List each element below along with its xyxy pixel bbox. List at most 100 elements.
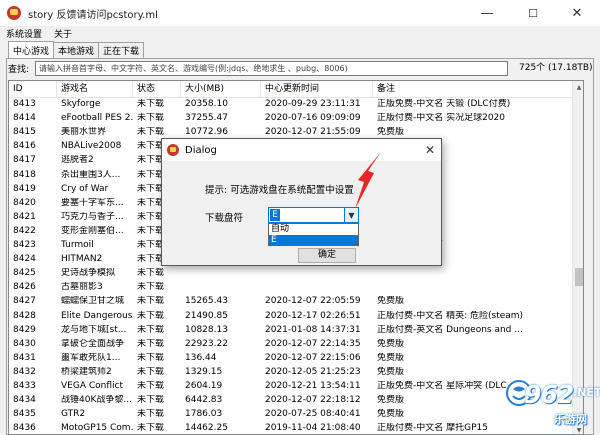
table-row[interactable]: 8415 美丽水世界 未下载 10772.96 2020-12-07 21:55:09 免… — [9, 127, 572, 138]
table-row[interactable]: 8425 史诗战争模拟 未下载 — [9, 268, 572, 279]
table-cell: 未下载 — [137, 99, 165, 109]
ok-button[interactable]: 确定 — [298, 248, 356, 263]
table-cell: 8415 — [13, 127, 36, 138]
col-name-header[interactable]: 游戏名 — [57, 81, 133, 98]
table-cell: 正版付费-中文名 精英: 危险(steam) — [377, 310, 524, 321]
col-size-header[interactable]: 大小(MB) — [181, 81, 261, 98]
menu-bar: 系统设置 关于 — [0, 26, 600, 41]
table-cell: 2019-11-04 21:08:40 — [265, 423, 361, 434]
close-button[interactable]: ✕ — [554, 0, 600, 26]
table-cell — [261, 268, 373, 279]
col-id-header[interactable]: ID — [9, 81, 57, 98]
table-cell: 14462.25 — [185, 423, 228, 434]
table-cell: 2020-12-21 13:54:11 — [265, 381, 361, 391]
menu-system-settings[interactable]: 系统设置 — [0, 27, 48, 40]
table-cell: NBALive2008 — [61, 141, 122, 152]
table-cell: 拿破仑全面战争 — [61, 338, 125, 349]
table-cell: 未下载 — [137, 352, 165, 363]
table-cell: 8427 — [13, 296, 36, 307]
table-cell: GTR2 — [61, 409, 86, 420]
table-cell: 桥梁建筑师2 — [61, 366, 112, 377]
tab-center-games[interactable]: 中心游戏 — [8, 41, 55, 58]
drive-select[interactable]: E ▼ — [268, 207, 359, 223]
dialog-title-bar[interactable]: Dialog ✕ — [162, 139, 441, 161]
table-cell: 2604.19 — [185, 381, 223, 391]
table-cell: 15265.43 — [185, 296, 228, 307]
drive-label: 下载盘符 — [205, 213, 244, 224]
table-cell: 2020-12-07 22:15:06 — [265, 352, 361, 363]
table-cell: 免费版 — [377, 127, 405, 138]
table-cell: 37255.47 — [185, 113, 228, 124]
table-row[interactable]: 8435 GTR2 未下载 1786.03 2020-07-25 08:40:41 免费版 — [9, 409, 572, 420]
table-cell: 2020-12-07 22:18:12 — [265, 395, 361, 406]
table-row[interactable]: 8431 噩军敢死队1... 未下载 136.44 2020-12-07 22:15:0… — [9, 353, 572, 364]
title-bar[interactable]: story 反馈请访问pcstory.ml — ☐ ✕ — [0, 0, 600, 26]
drive-option-e[interactable]: E — [269, 235, 358, 246]
table-cell: 正版付费-中文名 实况足球2020 — [377, 113, 506, 124]
scroll-up-icon[interactable]: ▲ — [573, 81, 583, 93]
watermark-cn: 乐游网 — [554, 413, 587, 426]
table-cell — [261, 282, 373, 293]
table-cell: 巧克力与香子... — [61, 211, 124, 222]
table-cell — [181, 268, 261, 279]
minimize-button[interactable]: — — [464, 0, 510, 26]
table-cell: VEGA Conflict — [61, 381, 123, 391]
table-cell: Turmoil — [61, 240, 94, 250]
table-cell: 22923.22 — [185, 338, 228, 349]
search-input[interactable] — [35, 60, 508, 76]
table-cell: Cry of War — [61, 183, 109, 194]
maximize-button[interactable]: ☐ — [510, 0, 556, 26]
dialog-close-button[interactable]: ✕ — [419, 139, 441, 161]
table-cell: 8422 — [13, 225, 36, 236]
scroll-thumb[interactable] — [575, 268, 583, 286]
table-cell: 未下载 — [137, 381, 165, 391]
table-cell: Skyforge — [61, 99, 101, 109]
table-cell: 未下载 — [137, 338, 165, 349]
table-row[interactable]: 8433 VEGA Conflict 未下载 2604.19 2020-12-21 13… — [9, 381, 572, 392]
table-cell: 20358.10 — [185, 99, 228, 109]
table-header: ID 游戏名 状态 大小(MB) 中心更新时间 备注 — [9, 81, 572, 98]
table-cell: 未下载 — [137, 310, 165, 321]
window-title: story 反馈请访问pcstory.ml — [28, 9, 158, 21]
table-cell: 未下载 — [137, 282, 165, 293]
table-cell: 未下载 — [137, 324, 165, 335]
table-cell: 8421 — [13, 211, 36, 222]
table-row[interactable]: 8434 战锤40K战争黎... 未下载 6442.83 2020-12-07 22:1… — [9, 395, 572, 406]
table-cell: 8425 — [13, 268, 36, 279]
table-cell: 8416 — [13, 141, 36, 152]
table-row[interactable]: 8413 Skyforge 未下载 20358.10 2020-09-29 23:11:… — [9, 99, 572, 110]
col-status-header[interactable]: 状态 — [133, 81, 181, 98]
table-row[interactable]: 8432 桥梁建筑师2 未下载 1329.15 2020-12-05 21:25:23 免… — [9, 367, 572, 378]
table-cell: 8431 — [13, 352, 36, 363]
chevron-down-icon[interactable]: ▼ — [344, 208, 358, 222]
table-cell: 要塞十字军东... — [61, 197, 124, 208]
search-row: 查找: 725个 (17.18TB) — [8, 60, 594, 76]
table-row[interactable]: 8428 Elite Dangerous 未下载 21490.85 2020-12-17… — [9, 311, 572, 322]
table-cell: 变形金刚塞伯... — [61, 225, 124, 236]
table-cell: 正版付费-英文名 Dungeons and ... — [377, 324, 523, 335]
menu-about[interactable]: 关于 — [48, 27, 78, 40]
dialog-hint-text: 提示: 可选游戏盘在系统配置中设置 — [205, 185, 354, 196]
table-row[interactable]: 8436 MotoGP15 Com... 未下载 14462.25 2019-11-04… — [9, 423, 572, 434]
tab-downloading[interactable]: 正在下载 — [98, 42, 145, 58]
col-updated-header[interactable]: 中心更新时间 — [261, 81, 373, 98]
table-cell: 10828.13 — [185, 324, 228, 335]
table-cell: 21490.85 — [185, 310, 228, 321]
table-cell: 1786.03 — [185, 409, 223, 420]
drive-option-auto[interactable]: 自动 — [269, 224, 358, 235]
table-row[interactable]: 8429 龙与地下城[st... 未下载 10828.13 2021-01-08 14:… — [9, 325, 572, 336]
table-cell: 8413 — [13, 99, 36, 109]
table-cell: 10772.96 — [185, 127, 228, 138]
table-cell: HITMAN2 — [61, 254, 103, 265]
col-note-header[interactable]: 备注 — [373, 81, 572, 98]
drive-dropdown-list: 自动 E — [268, 223, 359, 246]
table-row[interactable]: 8426 古墓丽影3 未下载 — [9, 282, 572, 293]
tab-local-games[interactable]: 本地游戏 — [53, 42, 100, 58]
table-cell: 2020-12-17 02:26:51 — [265, 310, 361, 321]
table-row[interactable]: 8430 拿破仑全面战争 未下载 22923.22 2020-12-07 22:14:3… — [9, 339, 572, 350]
table-row[interactable]: 8414 eFootball PES 2... 未下载 37255.47 2020-07… — [9, 113, 572, 124]
table-cell: 未下载 — [137, 268, 165, 279]
tab-strip: 中心游戏 本地游戏 正在下载 — [8, 41, 145, 58]
table-row[interactable]: 8427 蠕蠕保卫甘之城 未下载 15265.43 2020-12-07 22:05:5… — [9, 296, 572, 307]
table-cell: 免费版 — [377, 366, 405, 377]
